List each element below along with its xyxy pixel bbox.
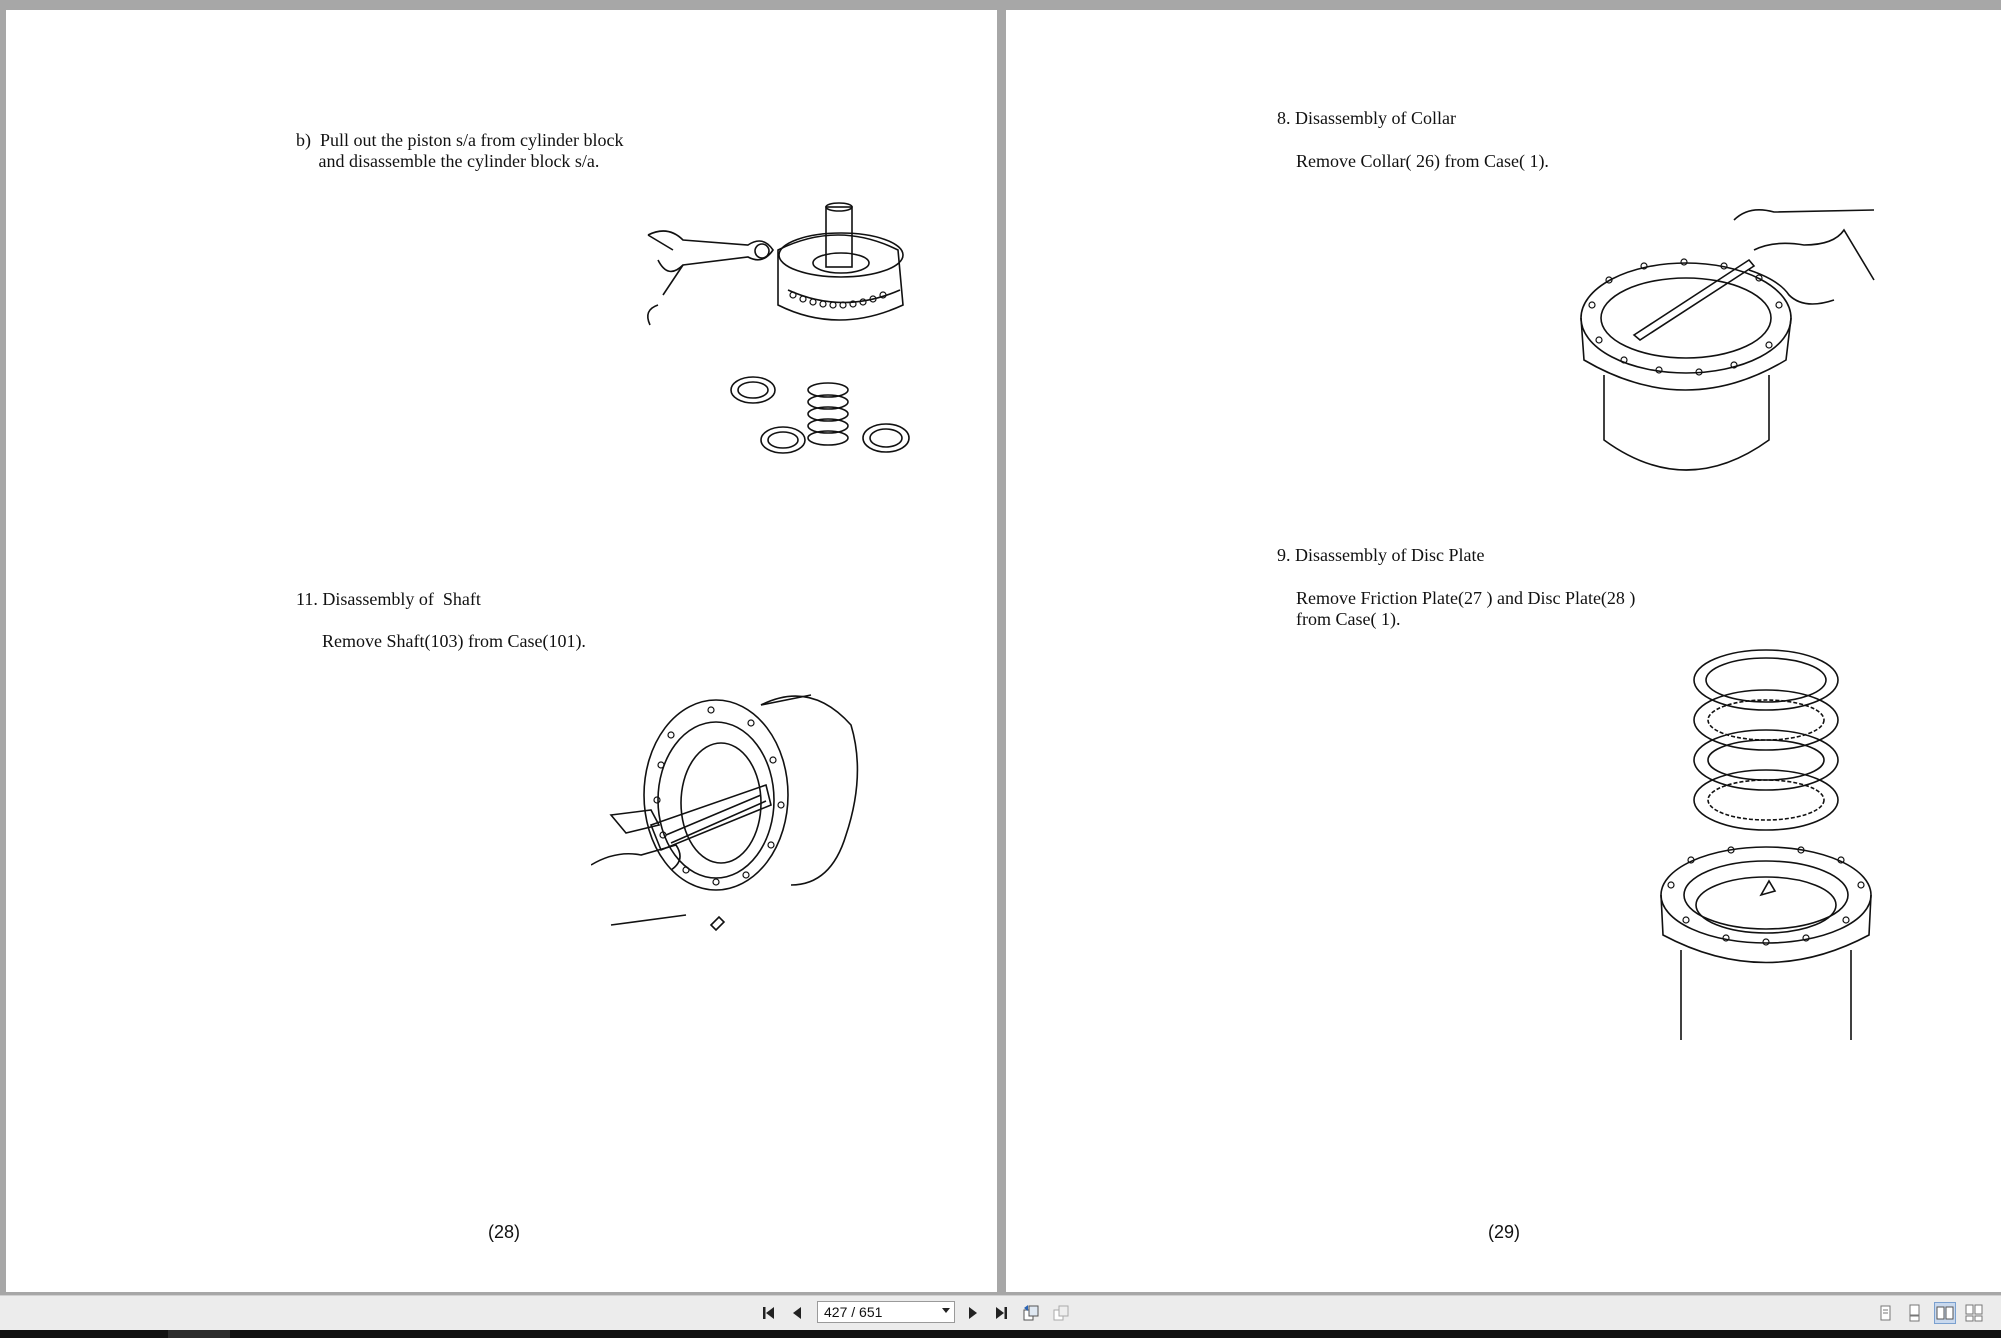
- document-page-28: b) Pull out the piston s/a from cylinder…: [6, 10, 997, 1292]
- collar-removal-figure: [1574, 200, 1894, 520]
- first-page-icon[interactable]: [758, 1302, 780, 1324]
- piston-cylinder-figure: [638, 195, 928, 465]
- next-page-icon[interactable]: [962, 1302, 984, 1324]
- step-8-body: Remove Collar( 26) from Case( 1).: [1296, 151, 1549, 171]
- page-number-value: 427 / 651: [824, 1304, 883, 1320]
- step-11-body: Remove Shaft(103) from Case(101).: [322, 631, 586, 651]
- shaft-removal-figure: [591, 685, 921, 955]
- two-page-icon[interactable]: [1934, 1302, 1956, 1324]
- chevron-down-icon[interactable]: [942, 1308, 950, 1313]
- page-number-input[interactable]: 427 / 651: [817, 1301, 955, 1323]
- next-view-icon[interactable]: [1050, 1302, 1072, 1324]
- previous-view-icon[interactable]: [1020, 1302, 1042, 1324]
- taskbar-segment: [168, 1330, 230, 1338]
- page-number-28: (28): [488, 1222, 521, 1242]
- continuous-page-icon[interactable]: [1903, 1302, 1925, 1324]
- last-page-icon[interactable]: [990, 1302, 1012, 1324]
- disc-plate-figure: [1651, 640, 1881, 1060]
- single-page-icon[interactable]: [1874, 1302, 1896, 1324]
- previous-page-icon[interactable]: [786, 1302, 808, 1324]
- document-page-29: 8. Disassembly of Collar Remove Collar( …: [1006, 10, 2001, 1292]
- taskbar-strip: [0, 1330, 2001, 1338]
- two-page-continuous-icon[interactable]: [1963, 1302, 1985, 1324]
- navigation-toolbar: 427 / 651: [0, 1295, 2001, 1330]
- document-viewer[interactable]: b) Pull out the piston s/a from cylinder…: [0, 0, 2001, 1295]
- step-11-title: 11. Disassembly of Shaft: [296, 589, 481, 609]
- step-8-title: 8. Disassembly of Collar: [1277, 108, 1456, 128]
- step-9-body: Remove Friction Plate(27 ) and Disc Plat…: [1296, 588, 1636, 629]
- step-b-text: b) Pull out the piston s/a from cylinder…: [296, 130, 624, 171]
- page-number-29: (29): [1488, 1222, 1521, 1242]
- step-9-title: 9. Disassembly of Disc Plate: [1277, 545, 1485, 565]
